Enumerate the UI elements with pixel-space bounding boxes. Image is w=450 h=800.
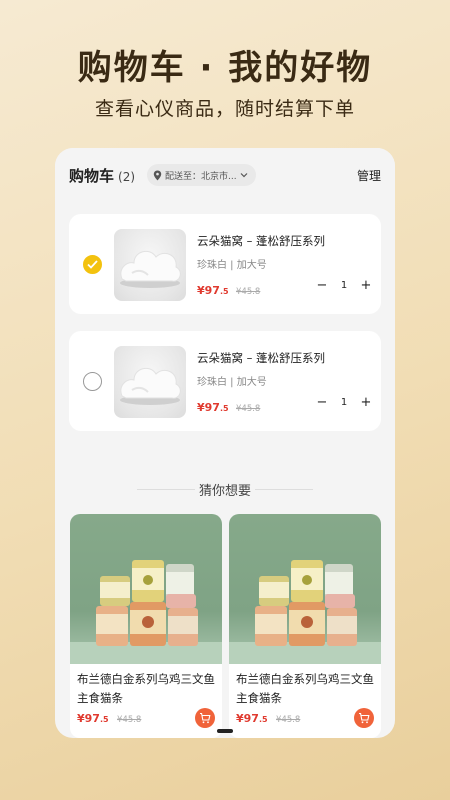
- cart-item: 云朵猫窝 – 蓬松舒压系列 珍珠白 | 加大号 ¥97.5 ¥45.8 − 1 …: [69, 331, 381, 431]
- price-cents: .5: [258, 715, 268, 724]
- quantity-value[interactable]: 1: [335, 393, 353, 413]
- price-cents: .5: [99, 715, 109, 724]
- cat-food-cans-image: [70, 560, 222, 664]
- cart-icon: [359, 712, 370, 724]
- product-price: ¥97.5: [77, 712, 109, 725]
- item-checkbox[interactable]: [83, 255, 102, 274]
- address-selector[interactable]: 配送至：北京市...: [147, 164, 256, 186]
- promo-title: 购物车 · 我的好物: [77, 48, 373, 88]
- product-price: ¥97.5: [236, 712, 268, 725]
- product-name[interactable]: 云朵猫窝 – 蓬松舒压系列: [197, 233, 325, 249]
- decrease-button[interactable]: −: [313, 393, 331, 413]
- original-price: ¥45.8: [117, 715, 142, 725]
- cart-header: 购物车 (2) 配送至：北京市... 管理: [55, 148, 395, 202]
- phone-screen: 购物车 (2) 配送至：北京市... 管理 云朵猫窝 – 蓬松舒压系列 珍珠白 |…: [55, 148, 395, 738]
- page-title: 购物车 (2): [69, 165, 135, 186]
- recommend-card[interactable]: 布兰德白金系列乌鸡三文鱼主食猫条 ¥97.5 ¥45.8: [229, 514, 381, 738]
- product-name[interactable]: 云朵猫窝 – 蓬松舒压系列: [197, 350, 325, 366]
- product-image[interactable]: [70, 514, 222, 664]
- increase-button[interactable]: +: [357, 393, 375, 413]
- quantity-stepper: − 1 +: [313, 276, 375, 296]
- quantity-value[interactable]: 1: [335, 276, 353, 296]
- price-main: ¥97: [236, 712, 259, 725]
- product-image[interactable]: [229, 514, 381, 664]
- promo-subtitle: 查看心仪商品，随时结算下单: [94, 98, 355, 120]
- cat-food-cans-image: [229, 560, 381, 664]
- cloud-bed-image: [120, 250, 181, 288]
- manage-button[interactable]: 管理: [357, 167, 381, 184]
- product-image[interactable]: [114, 229, 186, 301]
- original-price: ¥45.8: [276, 715, 301, 725]
- cart-title: 购物车: [69, 167, 115, 185]
- cart-item: 云朵猫窝 – 蓬松舒压系列 珍珠白 | 加大号 ¥97.5 ¥45.8 − 1 …: [69, 214, 381, 314]
- product-image[interactable]: [114, 346, 186, 418]
- product-title[interactable]: 布兰德白金系列乌鸡三文鱼主食猫条: [236, 670, 376, 708]
- product-spec[interactable]: 珍珠白 | 加大号: [197, 256, 267, 271]
- price-main: ¥97: [77, 712, 100, 725]
- price-main: ¥97: [197, 284, 220, 297]
- price-main: ¥97: [197, 401, 220, 414]
- product-spec[interactable]: 珍珠白 | 加大号: [197, 373, 267, 388]
- add-to-cart-button[interactable]: [195, 708, 215, 728]
- recommend-heading: 猜你想要: [198, 484, 251, 499]
- increase-button[interactable]: +: [357, 276, 375, 296]
- cloud-bed-image: [120, 367, 181, 405]
- product-title[interactable]: 布兰德白金系列乌鸡三文鱼主食猫条: [77, 670, 217, 708]
- check-icon: [87, 260, 98, 269]
- original-price: ¥45.8: [236, 404, 261, 414]
- chevron-down-icon: [240, 173, 248, 178]
- original-price: ¥45.8: [236, 287, 261, 297]
- cart-count: (2): [118, 170, 136, 184]
- price-cents: .5: [219, 404, 229, 413]
- cart-icon: [200, 712, 211, 724]
- address-text: 配送至：北京市...: [165, 171, 237, 182]
- home-indicator: [217, 729, 233, 733]
- product-price: ¥97.5: [197, 401, 229, 414]
- price-cents: .5: [219, 287, 229, 296]
- quantity-stepper: − 1 +: [313, 393, 375, 413]
- location-pin-icon: [153, 170, 162, 180]
- item-checkbox[interactable]: [83, 372, 102, 391]
- decrease-button[interactable]: −: [313, 276, 331, 296]
- divider: [255, 489, 313, 490]
- recommend-card[interactable]: 布兰德白金系列乌鸡三文鱼主食猫条 ¥97.5 ¥45.8: [70, 514, 222, 738]
- product-price: ¥97.5: [197, 284, 229, 297]
- add-to-cart-button[interactable]: [354, 708, 374, 728]
